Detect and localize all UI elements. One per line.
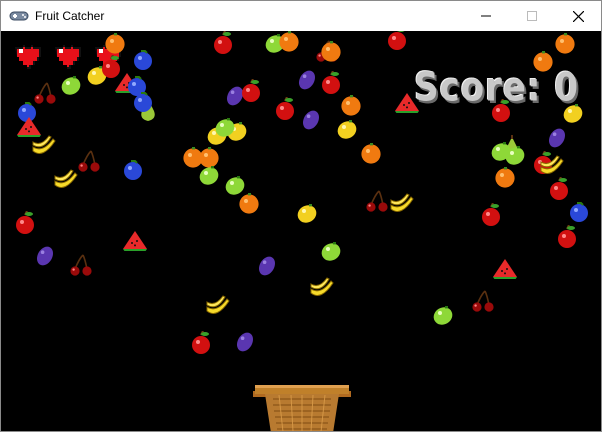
watermelon-sprite: [491, 257, 519, 284]
cherries-sprite: [77, 149, 101, 178]
lemon-sprite: [295, 201, 319, 230]
orange-sprite: [359, 141, 383, 170]
gamepad-icon: [9, 10, 29, 22]
heart-icon: [15, 45, 41, 69]
cherries-sprite: [69, 253, 93, 282]
apple-sprite: [211, 31, 235, 60]
game-window: Fruit Catcher Score: 0: [0, 0, 602, 432]
banana-sprite: [389, 193, 415, 222]
orange-sprite: [553, 31, 577, 60]
plum-sprite: [33, 243, 57, 272]
apple-sprite: [273, 96, 297, 126]
orange-sprite: [319, 39, 343, 68]
plum-sprite: [233, 329, 257, 358]
apple-sprite: [385, 31, 409, 56]
basket-player[interactable]: [253, 385, 351, 431]
banana-sprite: [53, 169, 79, 198]
window-title: Fruit Catcher: [35, 9, 105, 23]
cherries-sprite: [365, 189, 389, 218]
close-button[interactable]: [555, 1, 601, 31]
plum-sprite: [545, 125, 569, 154]
lemon-sprite: [335, 117, 359, 146]
heart-icon: [55, 45, 81, 69]
apple-sprite: [489, 98, 513, 128]
cherries-sprite: [471, 289, 495, 318]
banana-sprite: [309, 277, 335, 306]
watermelon-sprite: [121, 229, 149, 256]
plum-sprite: [299, 107, 323, 136]
close-icon: [572, 10, 584, 22]
minimize-icon: [481, 15, 491, 17]
game-canvas[interactable]: Score: 0: [1, 31, 601, 431]
plum-sprite: [295, 67, 319, 96]
blueberry-sprite: [567, 199, 591, 228]
lime-sprite: [197, 163, 221, 192]
orange-sprite: [493, 165, 517, 194]
minimize-button[interactable]: [463, 1, 509, 31]
lime-sprite: [213, 115, 237, 144]
apple-sprite: [189, 330, 213, 360]
banana-sprite: [31, 135, 57, 164]
title-bar[interactable]: Fruit Catcher: [1, 1, 601, 31]
lime-sprite: [59, 73, 83, 102]
apple-sprite: [239, 78, 263, 108]
orange-sprite: [237, 191, 261, 220]
banana-sprite: [205, 295, 231, 324]
watermelon-sprite: [393, 91, 421, 118]
lime-sprite: [431, 303, 455, 332]
lime-sprite: [319, 239, 343, 268]
blueberry-sprite: [131, 89, 155, 118]
maximize-icon: [527, 11, 537, 21]
apple-sprite: [13, 210, 37, 240]
apple-sprite: [479, 202, 503, 232]
blueberry-sprite: [121, 157, 145, 186]
maximize-button[interactable]: [509, 1, 555, 31]
plum-sprite: [255, 253, 279, 282]
orange-sprite: [531, 49, 555, 78]
apple-sprite: [555, 224, 579, 254]
orange-sprite: [277, 31, 301, 58]
